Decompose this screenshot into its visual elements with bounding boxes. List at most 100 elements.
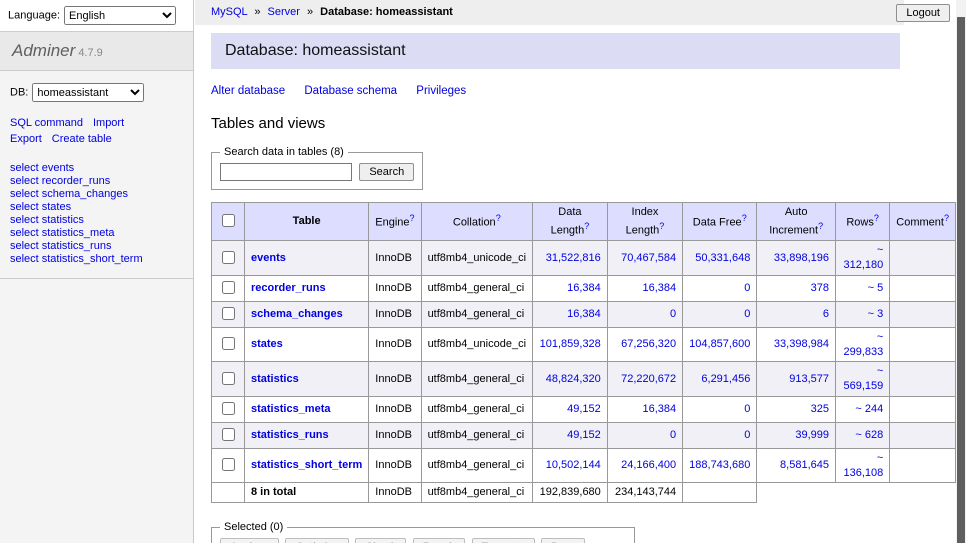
data-length-link[interactable]: 48,824,320 [546,373,601,385]
row-checkbox[interactable] [222,281,235,294]
table-name-link[interactable]: statistics_runs [251,429,329,441]
data-length-link[interactable]: 49,152 [567,403,601,415]
db-select[interactable]: homeassistant [32,83,144,102]
auto-increment-link[interactable]: 6 [823,308,829,320]
index-length-link[interactable]: 67,256,320 [621,338,676,350]
rows-count-link[interactable]: ~ 569,159 [844,365,884,392]
index-length-link[interactable]: 0 [670,308,676,320]
database-schema-link[interactable]: Database schema [304,85,397,97]
sidebar-link-export[interactable]: Export [10,133,42,145]
table-name-link[interactable]: states [251,338,283,350]
data-free-link[interactable]: 0 [744,308,750,320]
data-free-link[interactable]: 0 [744,282,750,294]
help-link[interactable]: ? [584,221,589,231]
table-name-link[interactable]: statistics_short_term [251,459,362,471]
rows-count-link[interactable]: ~ 3 [868,308,884,320]
vertical-scrollbar[interactable] [956,0,966,543]
help-link[interactable]: ? [496,213,501,223]
search-button[interactable]: Search [359,163,414,181]
optimize-button[interactable]: Optimize [285,538,348,543]
data-length-link[interactable]: 16,384 [567,282,601,294]
index-length-link[interactable]: 70,467,584 [621,252,676,264]
table-link[interactable]: states [42,201,71,213]
index-length-link[interactable]: 24,166,400 [621,459,676,471]
table-name-link[interactable]: statistics_meta [251,403,331,415]
auto-increment-link[interactable]: 39,999 [795,429,829,441]
help-link[interactable]: ? [818,221,823,231]
auto-increment-link[interactable]: 913,577 [789,373,829,385]
alter-database-link[interactable]: Alter database [211,85,285,97]
rows-count-link[interactable]: ~ 5 [868,282,884,294]
data-free-link[interactable]: 50,331,648 [695,252,750,264]
auto-increment-link[interactable]: 325 [811,403,829,415]
help-link[interactable]: ? [874,213,879,223]
rows-count-link[interactable]: ~ 244 [855,403,883,415]
table-link[interactable]: statistics_meta [42,227,115,239]
table-link[interactable]: statistics [42,214,84,226]
sidebar-link-create-table[interactable]: Create table [52,133,112,145]
rows-count-link[interactable]: ~ 312,180 [844,244,884,271]
table-name-link[interactable]: schema_changes [251,308,343,320]
rows-count-link[interactable]: ~ 299,833 [844,331,884,358]
scrollbar-thumb[interactable] [957,17,965,543]
table-name-link[interactable]: statistics [251,373,299,385]
sidebar-link-sql-command[interactable]: SQL command [10,117,83,129]
row-checkbox[interactable] [222,337,235,350]
table-link[interactable]: statistics_short_term [42,253,143,265]
table-link[interactable]: statistics_runs [42,240,112,252]
breadcrumb-link-server[interactable]: Server [268,6,300,18]
rows-count-link[interactable]: ~ 628 [855,429,883,441]
data-free-link[interactable]: 0 [744,403,750,415]
table-link[interactable]: schema_changes [42,188,128,200]
select-link[interactable]: select [10,253,39,265]
select-link[interactable]: select [10,227,39,239]
sidebar-link-import[interactable]: Import [93,117,124,129]
data-length-link[interactable]: 10,502,144 [546,459,601,471]
data-free-link[interactable]: 0 [744,429,750,441]
data-free-link[interactable]: 104,857,600 [689,338,750,350]
index-length-link[interactable]: 16,384 [643,403,677,415]
breadcrumb-link-mysql[interactable]: MySQL [211,6,247,18]
row-checkbox[interactable] [222,458,235,471]
row-checkbox[interactable] [222,372,235,385]
auto-increment-link[interactable]: 33,398,984 [774,338,829,350]
table-link[interactable]: events [42,162,74,174]
auto-increment-link[interactable]: 33,898,196 [774,252,829,264]
select-all-checkbox[interactable] [222,214,235,227]
rows-count-link[interactable]: ~ 136,108 [844,452,884,479]
repair-button[interactable]: Repair [413,538,465,543]
search-input[interactable] [220,163,352,181]
data-length-link[interactable]: 31,522,816 [546,252,601,264]
select-link[interactable]: select [10,214,39,226]
analyze-button[interactable]: Analyze [220,538,279,543]
privileges-link[interactable]: Privileges [416,85,466,97]
select-link[interactable]: select [10,188,39,200]
data-free-link[interactable]: 6,291,456 [701,373,750,385]
help-link[interactable]: ? [410,213,415,223]
check-button[interactable]: Check [355,538,406,543]
drop-button[interactable]: Drop [541,538,585,543]
data-length-link[interactable]: 49,152 [567,429,601,441]
select-link[interactable]: select [10,162,39,174]
row-checkbox[interactable] [222,402,235,415]
data-length-link[interactable]: 101,859,328 [540,338,601,350]
auto-increment-link[interactable]: 8,581,645 [780,459,829,471]
help-link[interactable]: ? [944,213,949,223]
index-length-link[interactable]: 72,220,672 [621,373,676,385]
auto-increment-link[interactable]: 378 [811,282,829,294]
row-checkbox[interactable] [222,307,235,320]
select-link[interactable]: select [10,175,39,187]
table-name-link[interactable]: events [251,252,286,264]
truncate-button[interactable]: Truncate [472,538,535,543]
logout-button[interactable]: Logout [896,4,950,22]
table-name-link[interactable]: recorder_runs [251,282,326,294]
help-link[interactable]: ? [659,221,664,231]
index-length-link[interactable]: 16,384 [643,282,677,294]
select-link[interactable]: select [10,201,39,213]
data-length-link[interactable]: 16,384 [567,308,601,320]
language-select[interactable]: English [64,6,176,25]
data-free-link[interactable]: 188,743,680 [689,459,750,471]
table-link[interactable]: recorder_runs [42,175,110,187]
row-checkbox[interactable] [222,428,235,441]
row-checkbox[interactable] [222,251,235,264]
